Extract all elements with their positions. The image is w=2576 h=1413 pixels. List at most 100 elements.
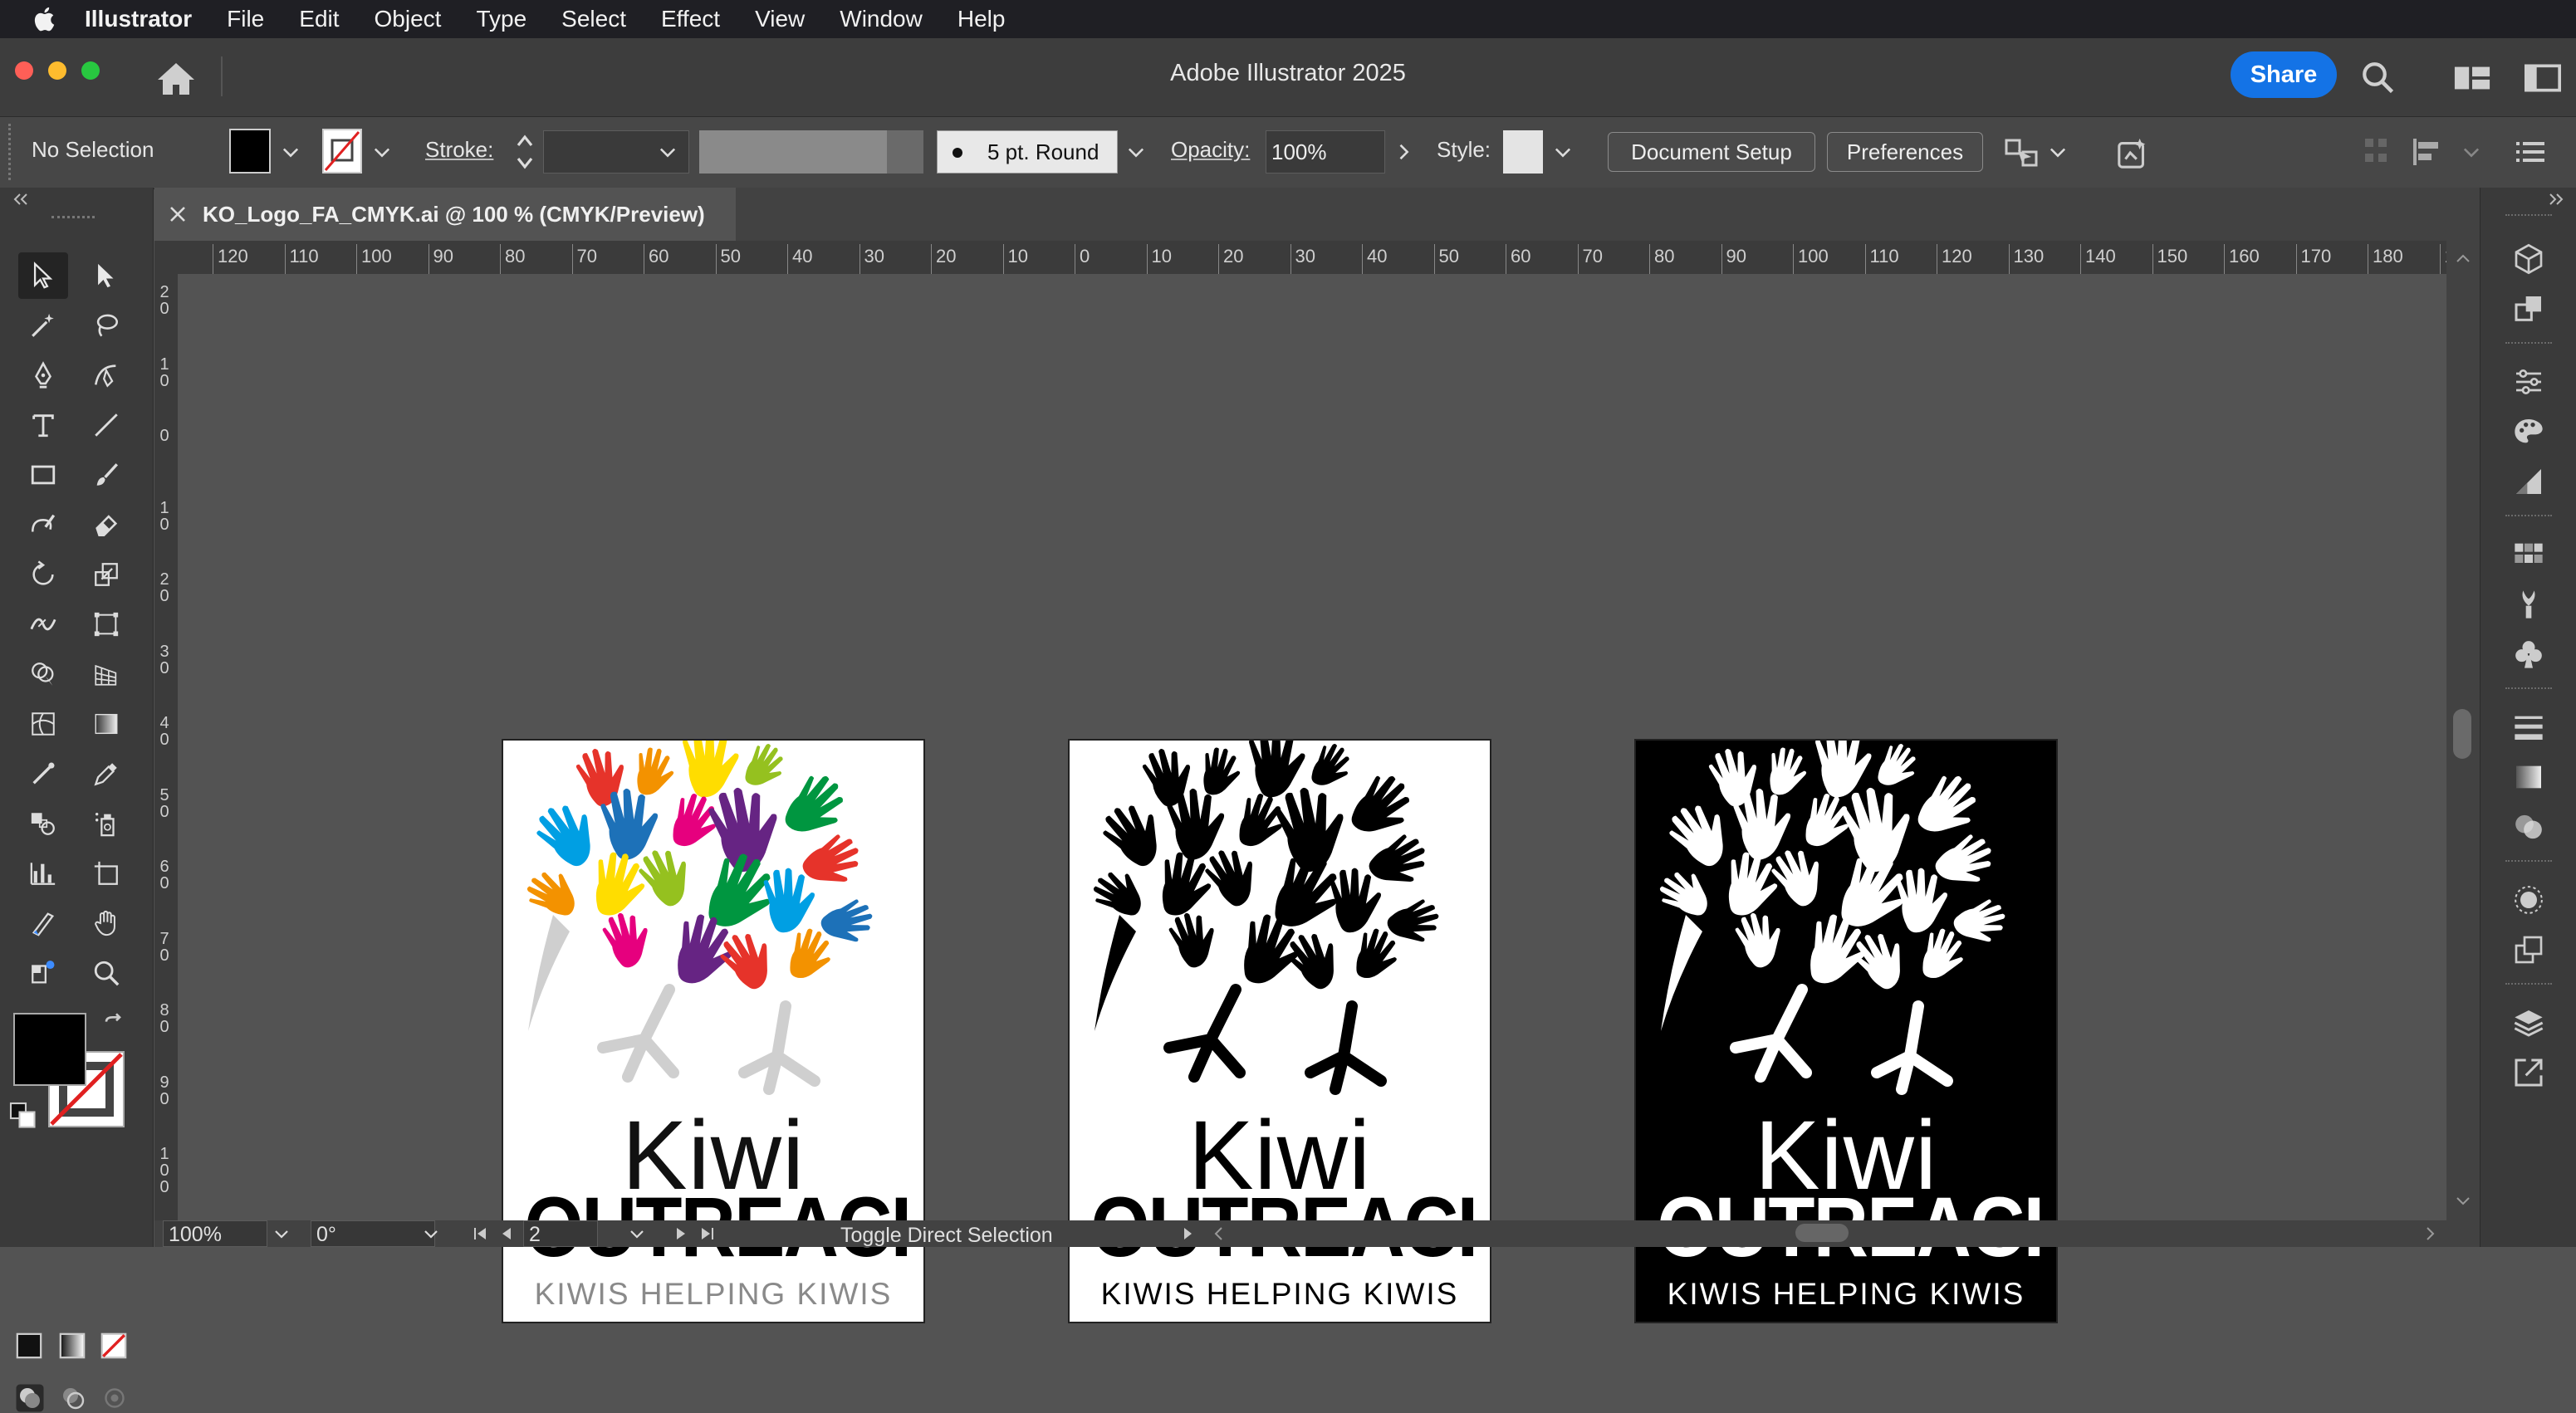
apple-icon[interactable] [32, 5, 60, 33]
flag-tool[interactable] [18, 950, 68, 996]
blend-tool[interactable] [18, 800, 68, 847]
chevron-down-icon[interactable] [271, 1224, 292, 1244]
scroll-up-icon[interactable] [2455, 252, 2471, 264]
scroll-down-icon[interactable] [2455, 1195, 2471, 1207]
pen-tool[interactable] [18, 352, 68, 398]
color-mode-icon[interactable] [15, 1332, 43, 1360]
tools-grip[interactable] [51, 216, 95, 223]
chevron-right-icon[interactable] [1392, 140, 1415, 164]
shape-builder-tool[interactable] [18, 651, 68, 697]
scale-tool[interactable] [81, 551, 131, 598]
zoom-tool[interactable] [81, 950, 131, 996]
selection-tool[interactable] [18, 252, 68, 299]
search-icon[interactable] [2360, 60, 2395, 95]
opacity-label[interactable]: Opacity: [1171, 137, 1250, 163]
variable-width-profile[interactable] [699, 130, 887, 174]
vertical-ruler[interactable]: 20100102030405060708090100 [154, 274, 179, 1220]
eyedropper-tool-alt[interactable] [18, 751, 68, 797]
symbol-sprayer-tool[interactable] [81, 800, 131, 847]
panel-icon[interactable] [2525, 63, 2561, 93]
paintbrush-tool[interactable] [81, 452, 131, 498]
stroke-color-swatch[interactable] [322, 129, 362, 174]
rectangle-tool[interactable] [18, 452, 68, 498]
hand-tool[interactable] [81, 900, 131, 946]
variable-width-dropdown[interactable] [887, 130, 923, 174]
rotation-field[interactable]: 0° [311, 1220, 435, 1247]
mesh-tool[interactable] [18, 701, 68, 747]
zoom-level-field[interactable]: 100% [163, 1220, 267, 1247]
collapse-panel-icon[interactable] [12, 193, 32, 206]
draw-behind-icon[interactable] [58, 1383, 88, 1413]
vertical-scrollbar[interactable] [2446, 241, 2480, 1220]
lasso-tool[interactable] [81, 302, 131, 349]
type-tool[interactable] [18, 402, 68, 448]
symbols-panel[interactable] [2505, 631, 2552, 677]
properties-panel[interactable] [2505, 359, 2552, 405]
previous-artboard-icon[interactable] [497, 1224, 517, 1244]
menu-edit[interactable]: Edit [299, 6, 339, 32]
gradient-mode-icon[interactable] [58, 1332, 86, 1360]
menu-help[interactable]: Help [957, 6, 1006, 32]
chevron-down-icon[interactable] [656, 140, 679, 164]
align-left-icon[interactable] [2412, 137, 2445, 167]
chevron-down-icon[interactable] [626, 1224, 648, 1244]
workspace-icon[interactable] [2453, 63, 2491, 93]
chevron-down-icon[interactable] [279, 140, 302, 164]
menu-file[interactable]: File [227, 6, 264, 32]
draw-normal-icon[interactable] [15, 1383, 45, 1413]
width-tool[interactable] [18, 601, 68, 648]
chevron-down-icon[interactable] [2460, 140, 2483, 164]
artboard-number-field[interactable]: 2 [523, 1220, 598, 1247]
rotate-tool[interactable] [18, 551, 68, 598]
control-bar-menu-icon[interactable] [2516, 139, 2544, 165]
brushes-panel[interactable] [2505, 581, 2552, 628]
transparency-panel[interactable] [2505, 804, 2552, 850]
graphic-styles-panel[interactable] [2505, 927, 2552, 973]
chevron-down-icon[interactable] [2046, 140, 2069, 164]
expand-panels-icon[interactable] [2545, 193, 2565, 206]
direct-selection-tool[interactable] [81, 252, 131, 299]
default-fill-stroke-icon[interactable] [8, 1101, 38, 1131]
column-graph-tool[interactable] [18, 850, 68, 897]
last-artboard-icon[interactable] [698, 1224, 717, 1244]
select-similar-icon[interactable] [2003, 135, 2040, 170]
align-grid-icon[interactable] [2363, 137, 2390, 167]
shaper-tool[interactable] [18, 501, 68, 548]
eyedropper-tool[interactable] [81, 751, 131, 797]
stroke-panel[interactable] [2505, 704, 2552, 751]
brush-definition-field[interactable]: 5 pt. Round [937, 130, 1118, 174]
menu-window[interactable]: Window [840, 6, 923, 32]
menu-select[interactable]: Select [561, 6, 626, 32]
3d-materials-panel[interactable] [2505, 236, 2552, 282]
layers-panel[interactable] [2505, 1000, 2552, 1046]
color-panel[interactable] [2505, 408, 2552, 455]
line-segment-tool[interactable] [81, 402, 131, 448]
control-bar-grip[interactable] [8, 124, 14, 180]
menu-type[interactable]: Type [476, 6, 526, 32]
artboard-tool[interactable] [81, 850, 131, 897]
preferences-button[interactable]: Preferences [1827, 132, 1983, 172]
gradient-panel[interactable] [2505, 754, 2552, 800]
share-button[interactable]: Share [2231, 51, 2337, 98]
fill-swatch-icon[interactable] [13, 1013, 86, 1086]
menu-object[interactable]: Object [375, 6, 442, 32]
appearance-panel[interactable] [2505, 877, 2552, 923]
transform-panel[interactable] [2505, 286, 2552, 332]
generative-recolor-icon[interactable] [2116, 135, 2151, 170]
stroke-label[interactable]: Stroke: [425, 137, 493, 163]
panel-grip[interactable] [2505, 214, 2552, 219]
horizontal-ruler[interactable]: 120 110 100 90 80 70 60 50 40 30 20 10 0 10 20 30 40 50 60… [154, 241, 2446, 275]
opacity-field[interactable]: 100% [1266, 130, 1385, 174]
status-menu-arrow-icon[interactable] [1178, 1224, 1197, 1244]
chevron-down-icon[interactable] [1551, 140, 1574, 164]
none-mode-icon[interactable] [100, 1332, 128, 1360]
color-guide-panel[interactable] [2505, 458, 2552, 505]
stroke-weight-stepper[interactable] [513, 129, 536, 175]
scroll-left-icon[interactable] [1209, 1224, 1229, 1244]
first-artboard-icon[interactable] [470, 1224, 490, 1244]
chevron-down-icon[interactable] [420, 1224, 442, 1244]
perspective-grid-tool[interactable] [81, 651, 131, 697]
scroll-right-icon[interactable] [2420, 1224, 2440, 1244]
close-tab-icon[interactable] [168, 204, 188, 224]
menu-effect[interactable]: Effect [661, 6, 720, 32]
